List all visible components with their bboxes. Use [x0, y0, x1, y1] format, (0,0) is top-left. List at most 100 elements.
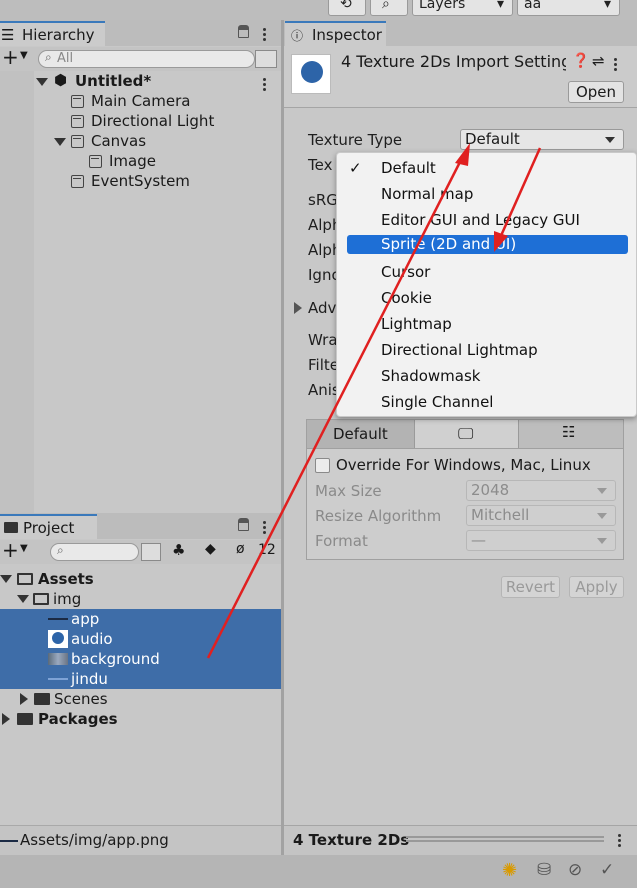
search-filter-button[interactable] — [141, 543, 161, 561]
platform-settings: Override For Windows, Mac, Linux Max Siz… — [306, 449, 624, 560]
more-options-icon[interactable] — [618, 832, 622, 849]
collapsed-arrow-icon[interactable] — [20, 693, 28, 705]
override-checkbox[interactable] — [315, 458, 330, 473]
hierarchy-toolbar: + ▼ ⌕ All — [0, 45, 281, 71]
item-label: EventSystem — [91, 172, 190, 190]
debug-bug-icon[interactable]: ✺ — [502, 860, 517, 881]
platform-tabs: Default 🖵 ☷ — [306, 419, 624, 449]
gameobject-icon — [71, 135, 84, 148]
menu-item-normal-map[interactable]: Normal map — [347, 183, 628, 205]
item-label: Main Camera — [91, 92, 191, 110]
menu-item-cookie[interactable]: Cookie — [347, 287, 628, 309]
texture-type-label: Texture Type — [308, 131, 403, 149]
resize-algorithm-label: Resize Algorithm — [315, 507, 442, 525]
advanced-foldout-label[interactable]: Adv — [308, 299, 336, 317]
search-button[interactable]: ⌕ — [370, 0, 408, 16]
label-tag-icon[interactable]: ◆ — [205, 541, 216, 557]
progress-check-icon[interactable]: ✓ — [600, 860, 614, 880]
filter-by-type-icon[interactable]: ♣ — [172, 541, 185, 559]
collab-icon[interactable]: ⊘ — [568, 860, 582, 880]
scene-more-options-icon[interactable] — [263, 76, 267, 93]
menu-item-sprite[interactable]: Sprite (2D and UI) — [347, 235, 628, 254]
menu-item-cursor[interactable]: Cursor — [347, 261, 628, 283]
menu-item-directional-lightmap[interactable]: Directional Lightmap — [347, 339, 628, 361]
folder-packages[interactable]: Packages — [38, 709, 118, 729]
expand-arrow-icon[interactable] — [54, 138, 66, 146]
hidden-eye-icon[interactable]: ø — [236, 541, 245, 557]
menu-item-label: Lightmap — [381, 315, 452, 333]
lock-icon[interactable] — [238, 518, 249, 531]
hierarchy-search-input[interactable]: ⌕ All — [38, 50, 255, 68]
layout-dropdown[interactable]: aa ▾ — [517, 0, 620, 16]
more-options-icon[interactable] — [263, 26, 267, 43]
search-icon: ⌕ — [382, 0, 390, 12]
add-icon[interactable]: + — [2, 538, 19, 562]
search-icon: ⌕ — [45, 50, 52, 64]
gameobject-icon — [71, 95, 84, 108]
tab-inspector[interactable]: ⓘ Inspector — [285, 21, 386, 46]
menu-item-editor-gui[interactable]: Editor GUI and Legacy GUI — [347, 209, 628, 231]
menu-item-label: Directional Lightmap — [381, 341, 538, 359]
collapsed-arrow-icon[interactable] — [294, 302, 302, 314]
presets-icon[interactable]: ⇌ — [592, 52, 605, 70]
format-dropdown[interactable]: — — [466, 530, 616, 551]
asset-label: app — [71, 610, 100, 628]
collapsed-arrow-icon[interactable] — [2, 713, 10, 725]
menu-item-label: Default — [381, 159, 436, 177]
more-options-icon[interactable] — [263, 519, 267, 536]
gameobject-icon — [71, 175, 84, 188]
tab-platform-standalone[interactable]: 🖵 — [415, 420, 519, 448]
tab-project[interactable]: Project — [0, 514, 97, 539]
hidden-count: 12 — [258, 542, 276, 558]
layers-dropdown[interactable]: Layers ▾ — [412, 0, 513, 16]
tab-platform-server[interactable]: ☷ — [519, 420, 623, 448]
revert-button[interactable]: Revert — [501, 576, 560, 598]
project-search-input[interactable]: ⌕ — [50, 543, 139, 561]
search-icon: ⌕ — [57, 543, 64, 557]
info-icon: ⓘ — [291, 29, 304, 43]
menu-item-label: Normal map — [381, 185, 474, 203]
format-label: Format — [315, 532, 368, 550]
scene-name[interactable]: Untitled* — [75, 71, 151, 91]
hierarchy-gutter — [0, 71, 34, 513]
apply-button[interactable]: Apply — [569, 576, 624, 598]
add-icon[interactable]: + — [2, 45, 19, 69]
search-filter-button[interactable] — [255, 50, 277, 68]
menu-item-default[interactable]: ✓ Default — [347, 157, 628, 179]
top-toolbar: ⟲ ⌕ Layers ▾ aa ▾ — [0, 0, 637, 20]
texture-type-dropdown[interactable]: Default — [460, 129, 624, 150]
expand-arrow-icon[interactable] — [17, 595, 29, 603]
aniso-level-label: Anis — [308, 381, 340, 399]
resize-handle[interactable] — [406, 836, 604, 842]
folder-open-icon — [17, 573, 33, 585]
tab-platform-default[interactable]: Default — [307, 420, 415, 448]
folder-scenes[interactable]: Scenes — [54, 689, 108, 709]
cache-server-icon[interactable]: ⛁ — [537, 860, 551, 880]
gameobject-icon — [71, 115, 84, 128]
more-options-icon[interactable] — [614, 56, 618, 73]
chevron-down-icon[interactable]: ▼ — [20, 50, 28, 61]
asset-label: jindu — [71, 670, 108, 688]
lock-icon[interactable] — [238, 25, 249, 38]
max-size-dropdown[interactable]: 2048 — [466, 480, 616, 501]
item-label: Image — [109, 152, 156, 170]
inspector-header: 4 Texture 2Ds Import Setting ❓ ⇌ Open — [284, 46, 637, 108]
chevron-down-icon — [605, 137, 615, 143]
resize-algorithm-dropdown[interactable]: Mitchell — [466, 505, 616, 526]
menu-item-lightmap[interactable]: Lightmap — [347, 313, 628, 335]
tab-hierarchy[interactable]: ☰ Hierarchy — [0, 21, 105, 46]
status-bar: ✺ ⛁ ⊘ ✓ — [0, 855, 637, 888]
history-button[interactable]: ⟲ — [328, 0, 366, 16]
help-icon[interactable]: ❓ — [572, 53, 589, 69]
open-button[interactable]: Open — [568, 81, 624, 103]
chevron-down-icon[interactable]: ▼ — [20, 543, 28, 554]
expand-arrow-icon[interactable] — [36, 78, 48, 86]
inspector-tab-label: Inspector — [312, 26, 382, 44]
menu-item-shadowmask[interactable]: Shadowmask — [347, 365, 628, 387]
expand-arrow-icon[interactable] — [0, 575, 12, 583]
folder-icon — [17, 713, 33, 725]
folder-img[interactable]: img — [53, 589, 81, 609]
menu-item-single-channel[interactable]: Single Channel — [347, 391, 628, 413]
folder-assets[interactable]: Assets — [38, 569, 94, 589]
resize-algorithm-value: Mitchell — [471, 506, 530, 524]
